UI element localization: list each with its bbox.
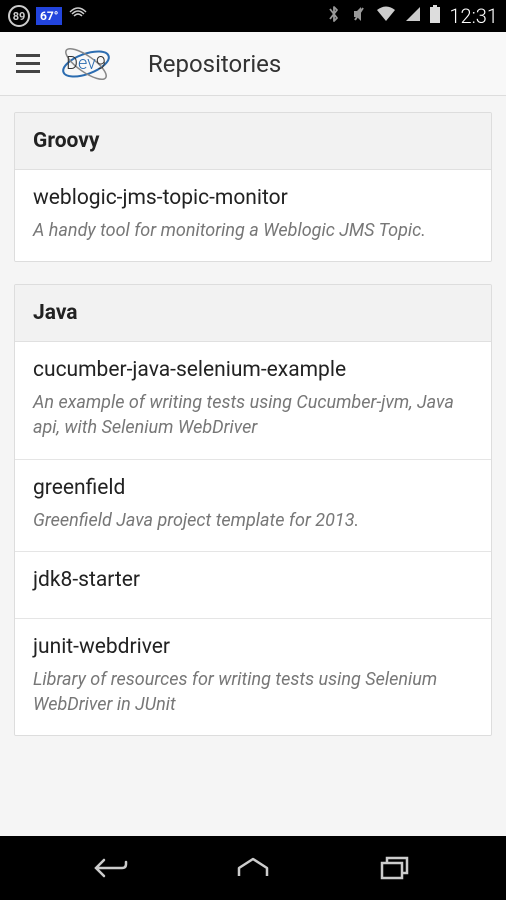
back-button[interactable] — [81, 848, 141, 888]
app-logo[interactable]: Dev9 — [56, 42, 116, 86]
menu-button[interactable] — [16, 54, 40, 73]
status-bar: 89 67° 12:31 — [0, 0, 506, 32]
repo-desc: Greenfield Java project template for 201… — [33, 508, 473, 533]
section-header: Groovy — [15, 113, 491, 170]
repo-desc: Library of resources for writing tests u… — [33, 667, 473, 717]
repo-item[interactable]: greenfield Greenfield Java project templ… — [15, 460, 491, 552]
wifi-icon — [375, 5, 397, 27]
repo-name: junit-webdriver — [33, 635, 473, 659]
home-button[interactable] — [223, 848, 283, 888]
battery-icon — [429, 4, 441, 28]
repo-desc: An example of writing tests using Cucumb… — [33, 390, 473, 440]
repo-section: Java cucumber-java-selenium-example An e… — [14, 284, 492, 736]
repo-name: cucumber-java-selenium-example — [33, 358, 473, 382]
content: Groovy weblogic-jms-topic-monitor A hand… — [0, 96, 506, 774]
weather-badge: 67° — [36, 7, 62, 25]
repo-section: Groovy weblogic-jms-topic-monitor A hand… — [14, 112, 492, 262]
repo-item[interactable]: jdk8-starter — [15, 552, 491, 619]
repo-item[interactable]: weblogic-jms-topic-monitor A handy tool … — [15, 170, 491, 261]
nav-bar — [0, 836, 506, 900]
repo-desc: A handy tool for monitoring a Weblogic J… — [33, 218, 473, 243]
mute-icon — [349, 4, 367, 28]
repo-item[interactable]: cucumber-java-selenium-example An exampl… — [15, 342, 491, 459]
repo-name: weblogic-jms-topic-monitor — [33, 186, 473, 210]
app-bar: Dev9 Repositories — [0, 32, 506, 96]
page-title: Repositories — [148, 50, 281, 78]
notification-badge: 89 — [8, 5, 30, 27]
repo-name: jdk8-starter — [33, 568, 473, 592]
status-left: 89 67° — [8, 5, 88, 27]
audible-icon — [68, 6, 88, 27]
recent-button[interactable] — [365, 848, 425, 888]
repo-name: greenfield — [33, 476, 473, 500]
clock: 12:31 — [449, 4, 498, 28]
repo-item[interactable]: junit-webdriver Library of resources for… — [15, 619, 491, 735]
bluetooth-icon — [327, 4, 341, 28]
status-right: 12:31 — [327, 4, 498, 28]
signal-icon — [405, 5, 421, 27]
section-header: Java — [15, 285, 491, 342]
